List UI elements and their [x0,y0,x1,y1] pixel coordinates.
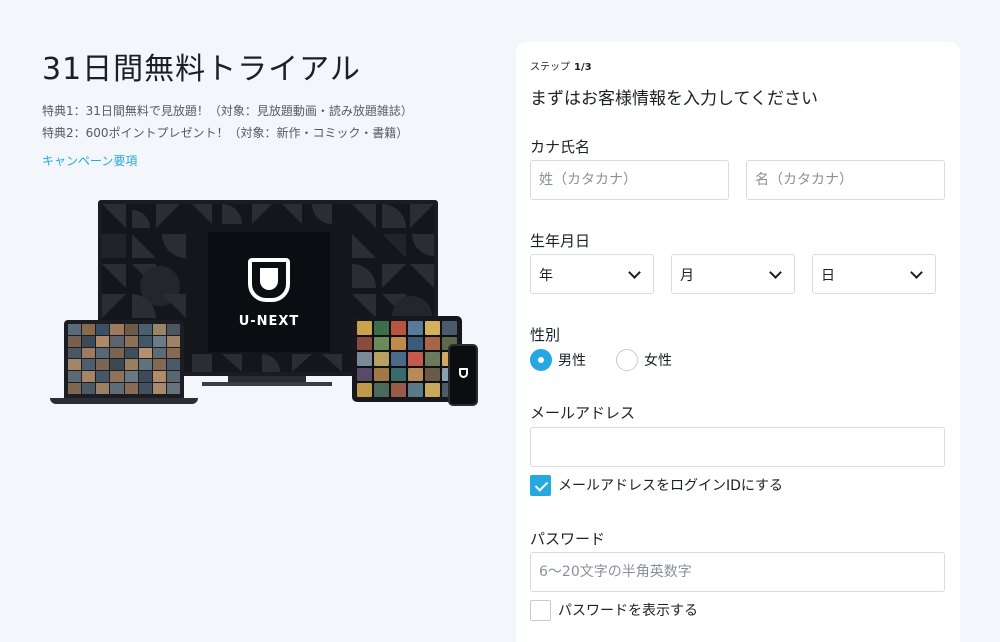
birth-day-value: 日 [821,268,835,284]
chevron-down-icon [769,266,782,279]
brand-logo-text: U-NEXT [238,314,300,329]
birth-year-select[interactable]: 年 [530,254,654,294]
email-label: メールアドレス [530,404,636,422]
show-password-checkbox[interactable] [530,599,551,621]
perk-1: 特典1：31日間無料で見放題！（対象：見放題動画・読み放題雑誌） [42,104,413,118]
devices-illustration: U-NEXT [48,198,480,410]
gender-radio-group: 男性 女性 [530,348,702,372]
birthdate-label: 生年月日 [530,232,591,250]
perks-list: 特典1：31日間無料で見放題！（対象：見放題動画・読み放題雑誌） 特典2：600… [42,100,413,144]
gender-male-label[interactable]: 男性 [558,350,586,370]
gender-female-radio[interactable] [616,349,638,371]
gender-label: 性別 [530,326,561,344]
unext-logo-icon [248,258,290,302]
campaign-terms-link[interactable]: キャンペーン要項 [42,152,137,169]
step-indicator: ステップ 1/3 [530,58,592,73]
unext-logo-small-icon [459,368,468,378]
kana-name-label: カナ氏名 [530,138,591,156]
tv-base [202,382,332,386]
show-password-option[interactable]: パスワードを表示する [530,599,698,621]
phone-image [448,344,478,406]
email-input[interactable] [530,427,945,467]
step-value: 1/3 [574,62,592,73]
laptop-screen [68,324,180,394]
perk-2: 特典2：600ポイントプレゼント！（対象：新作・コミック・書籍） [42,126,409,140]
chevron-down-icon [628,266,641,279]
email-as-login-option[interactable]: メールアドレスをログインIDにする [530,474,783,496]
password-label: パスワード [530,530,606,548]
laptop-base [50,398,198,404]
email-as-login-checkbox[interactable] [530,474,551,496]
laptop-image [64,320,184,398]
registration-form: ステップ1/3 まずはお客様情報を入力してください カナ氏名 生年月日 年 月 … [516,42,960,642]
last-name-kana-input[interactable] [530,160,729,200]
tablet-screen [357,321,457,397]
email-as-login-label[interactable]: メールアドレスをログインIDにする [558,475,783,495]
first-name-kana-input[interactable] [746,160,945,200]
chevron-down-icon [910,266,923,279]
form-heading: まずはお客様情報を入力してください [530,89,818,109]
birth-year-value: 年 [539,268,553,284]
birth-day-select[interactable]: 日 [812,254,936,294]
step-label: ステップ [530,62,570,73]
tv-logo-panel: U-NEXT [208,232,330,352]
password-input[interactable] [530,552,945,592]
gender-male-radio[interactable] [530,349,552,371]
birth-month-value: 月 [680,268,694,284]
birth-month-select[interactable]: 月 [671,254,795,294]
page-title: 31日間無料トライアル [42,52,361,87]
tablet-image [352,316,462,402]
gender-female-label[interactable]: 女性 [644,350,672,370]
show-password-label[interactable]: パスワードを表示する [558,600,698,620]
